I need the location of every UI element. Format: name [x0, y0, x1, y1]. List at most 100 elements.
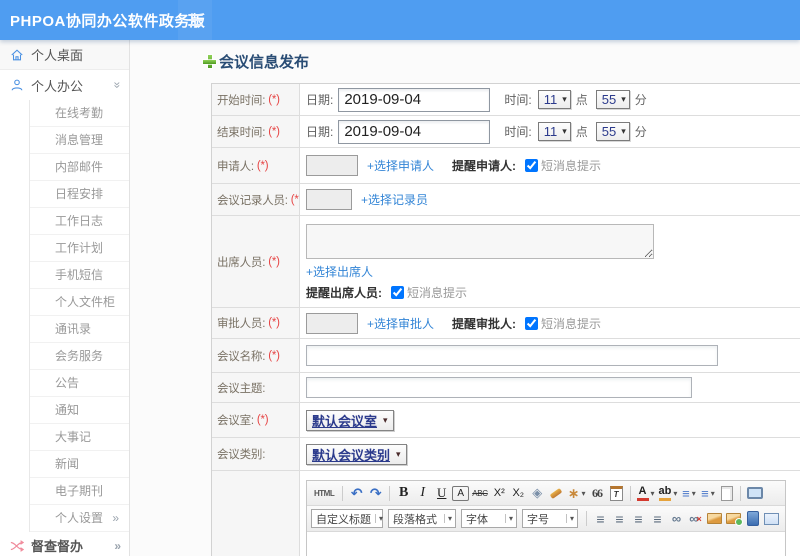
recorder-input[interactable] [306, 189, 352, 210]
editor-blockquote-button[interactable]: 66 [589, 484, 606, 502]
sidebar-item-internal-mail[interactable]: 内部邮件 [30, 154, 129, 181]
sidebar-item-e-journal[interactable]: 电子期刊 [30, 478, 129, 505]
editor-justify-button[interactable]: ≡ [649, 510, 666, 528]
chevron-down-icon: ▾ [650, 488, 655, 498]
form-row-recorder: 会议记录人员:(*) +选择记录员 [212, 184, 800, 216]
editor-align-left-button[interactable]: ≡ [592, 510, 609, 528]
editor-table-button[interactable] [763, 510, 780, 528]
approver-sms-checkbox[interactable] [525, 316, 539, 330]
editor-align-right-button[interactable]: ≡ [630, 510, 647, 528]
sidebar-item-news[interactable]: 新闻 [30, 451, 129, 478]
editor-quick-style-button[interactable]: ∗ ▾ [567, 484, 587, 502]
choose-recorder-link[interactable]: +选择记录员 [361, 191, 428, 208]
editor-font-color-button[interactable]: A ▾ [636, 484, 656, 502]
editor-paragraph-select[interactable]: 段落格式 ▾ [388, 509, 456, 528]
chevron-down-icon: ▾ [621, 126, 626, 136]
editor-format-painter-button[interactable] [548, 484, 565, 502]
editor-highlight-color-button[interactable]: ab ▾ [658, 484, 679, 502]
meeting-name-input[interactable] [306, 345, 718, 366]
sidebar-item-mobile-sms[interactable]: 手机短信 [30, 262, 129, 289]
editor-underline-button[interactable]: U [433, 484, 450, 502]
editor-ordered-list-button[interactable]: ≡ ▾ [680, 484, 697, 502]
page-icon [720, 485, 733, 501]
editor-insert-image-button[interactable] [725, 510, 743, 528]
meeting-category-label: 会议类别: [212, 438, 300, 470]
sidebar-item-announcement[interactable]: 公告 [30, 370, 129, 397]
editor-html-source-button[interactable]: HTML [311, 484, 337, 502]
editor-content-area[interactable] [307, 532, 785, 556]
form-row-meeting-subject: 会议主题: [212, 373, 800, 403]
editor-image-button[interactable] [706, 510, 723, 528]
editor-media-button[interactable] [744, 510, 761, 528]
editor-eraser-button[interactable]: ◈ [529, 484, 546, 502]
editor-link-button[interactable]: ∞ [668, 510, 685, 528]
sidebar-item-meeting-service[interactable]: 会务服务 [30, 343, 129, 370]
chevron-right-icon: » [114, 538, 121, 553]
editor-subscript-button[interactable]: X₂ [510, 484, 527, 502]
editor-align-center-button[interactable]: ≡ [611, 510, 628, 528]
media-icon [746, 511, 759, 526]
table-icon [764, 512, 779, 525]
editor-undo-button[interactable]: ↶ [348, 484, 365, 502]
sidebar-item-work-plan[interactable]: 工作计划 [30, 235, 129, 262]
sidebar-item-contacts[interactable]: 通讯录 [30, 316, 129, 343]
editor-superscript-button[interactable]: X² [491, 484, 508, 502]
sidebar-submenu: 在线考勤 消息管理 内部邮件 日程安排 工作日志 工作计划 手机短信 个人文件柜… [29, 100, 129, 532]
attendees-textarea[interactable] [306, 224, 654, 259]
sidebar-item-work-log[interactable]: 工作日志 [30, 208, 129, 235]
shuffle-icon [10, 539, 24, 553]
editor-font-style-button[interactable]: A [452, 485, 470, 501]
chevron-down-icon: ▾ [396, 448, 401, 459]
applicant-input[interactable] [306, 155, 358, 176]
start-date-input[interactable] [338, 87, 491, 112]
start-minute-select[interactable]: 55 ▾ [595, 90, 630, 109]
sidebar-item-personal-office[interactable]: 个人办公 » [0, 70, 129, 100]
meeting-room-select[interactable]: 默认会议室 ▾ [306, 409, 394, 431]
editor-heading-select[interactable]: 自定义标题 ▾ [311, 509, 383, 528]
applicant-sms-checkbox[interactable] [525, 159, 539, 172]
meeting-category-select[interactable]: 默认会议类别 ▾ [306, 443, 407, 465]
editor-italic-button[interactable]: I [414, 484, 431, 502]
editor-new-page-button[interactable] [718, 484, 735, 502]
editor-unordered-list-button[interactable]: ≡ ▾ [699, 484, 716, 502]
editor-strikethrough-button[interactable]: ABC [471, 484, 489, 502]
editor-font-size-select[interactable]: 字号 ▾ [522, 509, 578, 528]
sidebar-item-schedule[interactable]: 日程安排 [30, 181, 129, 208]
form-row-meeting-name: 会议名称: (*) [212, 339, 800, 373]
chevron-double-down-icon: » [110, 81, 125, 89]
chevron-down-icon: ▾ [562, 126, 567, 136]
sidebar-item-label: 个人办公 [31, 78, 84, 94]
sidebar: 个人桌面 个人办公 » 在线考勤 消息管理 内部邮件 日程安排 工作日志 工作计… [0, 40, 130, 556]
meeting-subject-label: 会议主题: [212, 373, 300, 402]
editor-fullscreen-button[interactable] [746, 484, 764, 502]
editor-font-family-select[interactable]: 字体 ▾ [461, 509, 517, 528]
choose-applicant-link[interactable]: +选择申请人 [367, 157, 434, 174]
sidebar-item-notice[interactable]: 通知 [30, 397, 129, 424]
attendees-sms-checkbox[interactable] [391, 286, 404, 299]
sidebar-item-memorabilia[interactable]: 大事记 [30, 424, 129, 451]
end-hour-select[interactable]: 11 ▾ [537, 122, 571, 141]
form-row-meeting-content: HTML ↶ ↷ B I U A ABC X² X₂ ◈ ∗ ▾ 66 T A … [212, 471, 800, 556]
sidebar-item-message-management[interactable]: 消息管理 [30, 127, 129, 154]
choose-attendees-link[interactable]: +选择出席人 [306, 263, 373, 280]
sidebar-item-personal-file-cabinet[interactable]: 个人文件柜 [30, 289, 129, 316]
approver-input[interactable] [306, 312, 358, 334]
editor-unlink-button[interactable]: ∞ × [687, 510, 704, 528]
sidebar-item-supervision[interactable]: 督查督办 » [0, 532, 129, 556]
start-hour-select[interactable]: 11 ▾ [537, 90, 571, 109]
meeting-subject-input[interactable] [306, 377, 692, 398]
choose-approver-link[interactable]: +选择审批人 [367, 315, 434, 332]
end-date-input[interactable] [338, 119, 491, 144]
sidebar-item-personal-desktop[interactable]: 个人桌面 [0, 40, 129, 70]
editor-bold-button[interactable]: B [395, 484, 412, 502]
end-minute-select[interactable]: 55 ▾ [595, 122, 630, 141]
required-mark: (*) [268, 349, 280, 362]
editor-paste-as-text-button[interactable]: T [608, 484, 625, 502]
chevron-down-icon: ▾ [673, 488, 678, 498]
end-time-label: 结束时间: (*) [212, 116, 300, 147]
sidebar-toggle-button[interactable] [178, 0, 212, 40]
required-mark: (*) [268, 93, 280, 106]
sidebar-item-online-attendance[interactable]: 在线考勤 [30, 100, 129, 127]
sidebar-item-personal-settings[interactable]: 个人设置 » [30, 505, 129, 532]
editor-redo-button[interactable]: ↷ [367, 484, 384, 502]
